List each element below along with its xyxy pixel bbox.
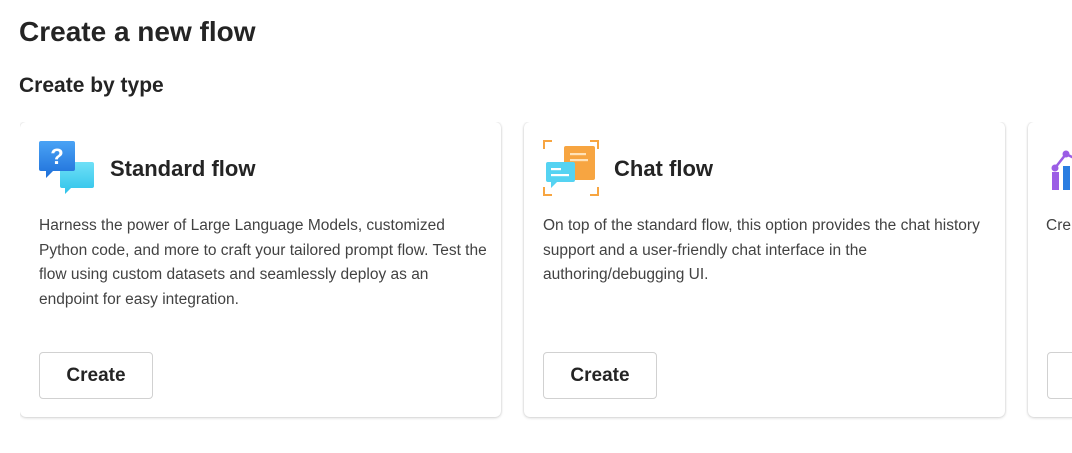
section-title: Create by type [19, 74, 164, 97]
page-title: Create a new flow [19, 16, 256, 47]
flow-type-cards: ? Standard flow Harness the power of Lar… [20, 122, 1072, 442]
card-description: Cre out [1046, 217, 1072, 234]
chat-flow-card: Chat flow On top of the standard flow, t… [524, 122, 1005, 417]
create-chat-flow-button[interactable]: Create [543, 352, 657, 399]
chat-bubbles-icon [543, 140, 599, 196]
card-description: On top of the standard flow, this option… [543, 217, 980, 283]
card-description: Harness the power of Large Language Mode… [39, 217, 487, 308]
standard-flow-card: ? Standard flow Harness the power of Lar… [20, 122, 501, 417]
chat-question-icon: ? [39, 140, 95, 196]
evaluation-flow-card: Cre out [1028, 122, 1072, 417]
create-evaluation-flow-button[interactable] [1047, 352, 1072, 399]
card-title: Chat flow [614, 156, 713, 181]
evaluation-chart-icon [1048, 140, 1072, 196]
card-title: Standard flow [110, 156, 256, 181]
svg-text:?: ? [50, 144, 63, 169]
create-standard-flow-button[interactable]: Create [39, 352, 153, 399]
page: Create a new flow Create by type ? Stand… [0, 0, 1072, 453]
